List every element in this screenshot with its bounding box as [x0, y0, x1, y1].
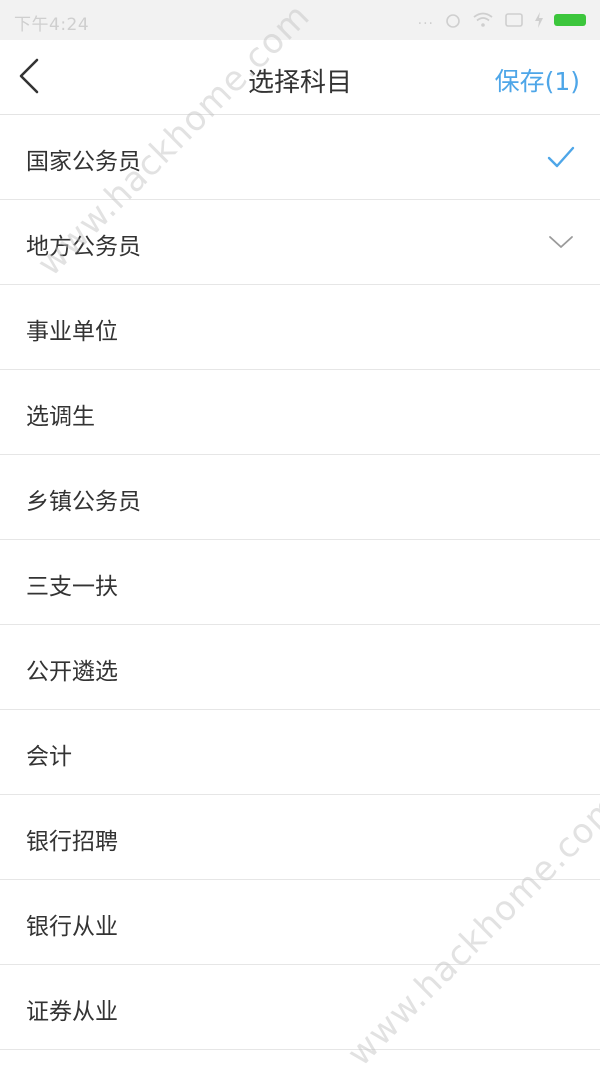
- list-item-bank-recruitment[interactable]: 银行招聘: [0, 795, 600, 880]
- list-item-local-civil-servant[interactable]: 地方公务员: [0, 200, 600, 285]
- chevron-down-icon[interactable]: [546, 228, 576, 256]
- list-item-accounting[interactable]: 会计: [0, 710, 600, 795]
- list-item-label: 证券从业: [26, 999, 118, 1025]
- list-item-open-selection[interactable]: 公开遴选: [0, 625, 600, 710]
- status-icons: ...: [418, 10, 586, 30]
- battery-icon: [554, 14, 586, 26]
- charging-icon: [535, 12, 543, 28]
- alarm-icon: [446, 14, 460, 28]
- status-bar: 下午4:24 ...: [0, 0, 600, 40]
- status-time: 下午4:24: [14, 15, 90, 35]
- list-item-label: 国家公务员: [26, 149, 141, 175]
- signal-dots: ...: [417, 12, 434, 28]
- list-item-label: 银行招聘: [26, 829, 118, 855]
- list-item-national-civil-servant[interactable]: 国家公务员: [0, 115, 600, 200]
- list-item-label: 地方公务员: [26, 234, 141, 260]
- list-item-label: 会计: [26, 744, 72, 770]
- list-item-label: 三支一扶: [26, 574, 118, 600]
- sim-icon: [505, 13, 523, 27]
- list-item-label: 乡镇公务员: [26, 489, 141, 515]
- list-item-securities-qualification[interactable]: 证券从业: [0, 965, 600, 1050]
- wifi-icon: [473, 12, 493, 27]
- list-item-label: 事业单位: [26, 319, 118, 345]
- subject-list: 国家公务员 地方公务员 事业单位 选调生 乡镇公务员 三支一扶 公开遴选 会计 …: [0, 115, 600, 1050]
- check-icon: [547, 146, 575, 168]
- list-item-label: 银行从业: [26, 914, 118, 940]
- list-item-banking-qualification[interactable]: 银行从业: [0, 880, 600, 965]
- list-item-selected-graduates[interactable]: 选调生: [0, 370, 600, 455]
- header-bar: 选择科目 保存(1): [0, 40, 600, 115]
- list-item-township-civil-servant[interactable]: 乡镇公务员: [0, 455, 600, 540]
- save-button[interactable]: 保存(1): [495, 62, 580, 98]
- list-item-three-supports-one-aid[interactable]: 三支一扶: [0, 540, 600, 625]
- list-item-label: 公开遴选: [26, 659, 118, 685]
- list-item-public-institution[interactable]: 事业单位: [0, 285, 600, 370]
- list-item-label: 选调生: [26, 404, 95, 430]
